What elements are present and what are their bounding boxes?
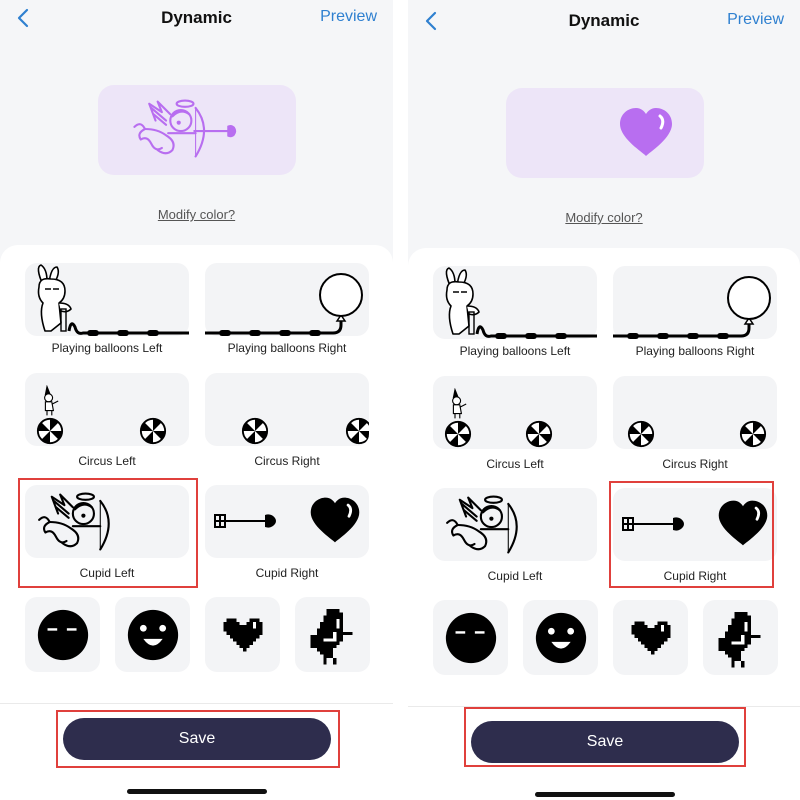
tile-label: Cupid Left (487, 569, 543, 583)
tile-circus-left[interactable] (25, 373, 189, 446)
circus-ball-icon (525, 420, 553, 448)
preview-button[interactable]: Preview (320, 8, 377, 26)
nav-bar: Dynamic Preview (408, 3, 800, 43)
tile-sleepy-face[interactable] (433, 600, 508, 675)
animation-picker-sheet: Playing balloons Left Playing balloons R… (0, 245, 393, 705)
chevron-left-icon[interactable] (420, 9, 444, 33)
cupid-icon (37, 489, 153, 555)
sleepy-face-icon (442, 609, 500, 667)
circus-ball-icon (345, 417, 369, 445)
tile-label: Playing balloons Right (227, 341, 347, 355)
tile-smiley-face[interactable] (523, 600, 598, 675)
circus-ball-icon (241, 417, 269, 445)
bunny-pump-icon (25, 263, 189, 336)
tile-cupid-right[interactable] (613, 488, 777, 561)
tile-label: Playing balloons Left (459, 344, 571, 358)
tile-label: Circus Left (78, 454, 136, 468)
cupid-icon (445, 492, 561, 558)
tile-label: Playing balloons Right (635, 344, 755, 358)
preview-button[interactable]: Preview (727, 11, 784, 29)
pixel-heart-icon (628, 618, 674, 658)
tile-cupid-left[interactable] (25, 485, 189, 558)
pixel-bird-icon (307, 605, 359, 665)
pixel-heart-icon (220, 615, 266, 655)
tile-label: Circus Right (254, 454, 320, 468)
tile-label: Playing balloons Left (51, 341, 163, 355)
tile-cupid-right[interactable] (205, 485, 369, 558)
tile-label: Cupid Right (663, 569, 727, 583)
modify-color-link[interactable]: Modify color? (565, 210, 642, 225)
save-button[interactable]: Save (63, 718, 331, 760)
home-indicator (127, 789, 267, 794)
tile-label: Circus Right (662, 457, 728, 471)
circus-ball-icon (444, 420, 472, 448)
modify-color-link[interactable]: Modify color? (158, 207, 235, 222)
tile-playing-balloons-left[interactable] (25, 263, 189, 336)
tile-playing-balloons-right[interactable] (205, 263, 369, 336)
sleepy-face-icon (34, 606, 92, 664)
circus-ball-icon (36, 417, 64, 445)
tile-label: Cupid Right (255, 566, 319, 580)
tile-pixel-heart[interactable] (205, 597, 280, 672)
tile-pixel-heart[interactable] (613, 600, 688, 675)
chevron-left-icon[interactable] (12, 6, 36, 30)
balloon-icon (205, 263, 369, 336)
circus-ball-icon (739, 420, 767, 448)
tile-cupid-left[interactable] (433, 488, 597, 561)
pixel-bird-icon (715, 608, 767, 668)
arrow-heart-icon (207, 491, 367, 551)
circus-ball-icon (627, 420, 655, 448)
animation-picker-sheet: Playing balloons Left Playing balloons R… (408, 248, 800, 708)
tile-sleepy-face[interactable] (25, 597, 100, 672)
arrow-heart-icon (615, 494, 775, 554)
bottom-bar: Save (408, 706, 800, 800)
circus-ball-icon (139, 417, 167, 445)
tile-playing-balloons-right[interactable] (613, 266, 777, 339)
screen-cupid-right: Dynamic Preview Modify color? Playing ba… (408, 0, 800, 800)
preview-widget (506, 88, 704, 178)
nav-bar: Dynamic Preview (0, 0, 393, 40)
preview-widget (98, 85, 296, 175)
tile-pixel-bird[interactable] (295, 597, 370, 672)
tile-label: Cupid Left (79, 566, 135, 580)
bottom-bar: Save (0, 703, 393, 800)
smiley-face-icon (532, 609, 590, 667)
screen-cupid-left: Dynamic Preview Modify color? Playing ba… (0, 0, 393, 800)
home-indicator (535, 792, 675, 797)
tile-smiley-face[interactable] (115, 597, 190, 672)
bunny-pump-icon (433, 266, 597, 339)
heart-icon (616, 106, 676, 158)
tile-label: Circus Left (486, 457, 544, 471)
cupid-icon (126, 97, 242, 161)
clown-icon (39, 385, 63, 417)
save-button[interactable]: Save (471, 721, 739, 763)
tile-playing-balloons-left[interactable] (433, 266, 597, 339)
tile-circus-right[interactable] (613, 376, 777, 449)
clown-icon (447, 388, 471, 420)
tile-circus-left[interactable] (433, 376, 597, 449)
balloon-icon (613, 266, 777, 339)
smiley-face-icon (124, 606, 182, 664)
tile-circus-right[interactable] (205, 373, 369, 446)
tile-pixel-bird[interactable] (703, 600, 778, 675)
